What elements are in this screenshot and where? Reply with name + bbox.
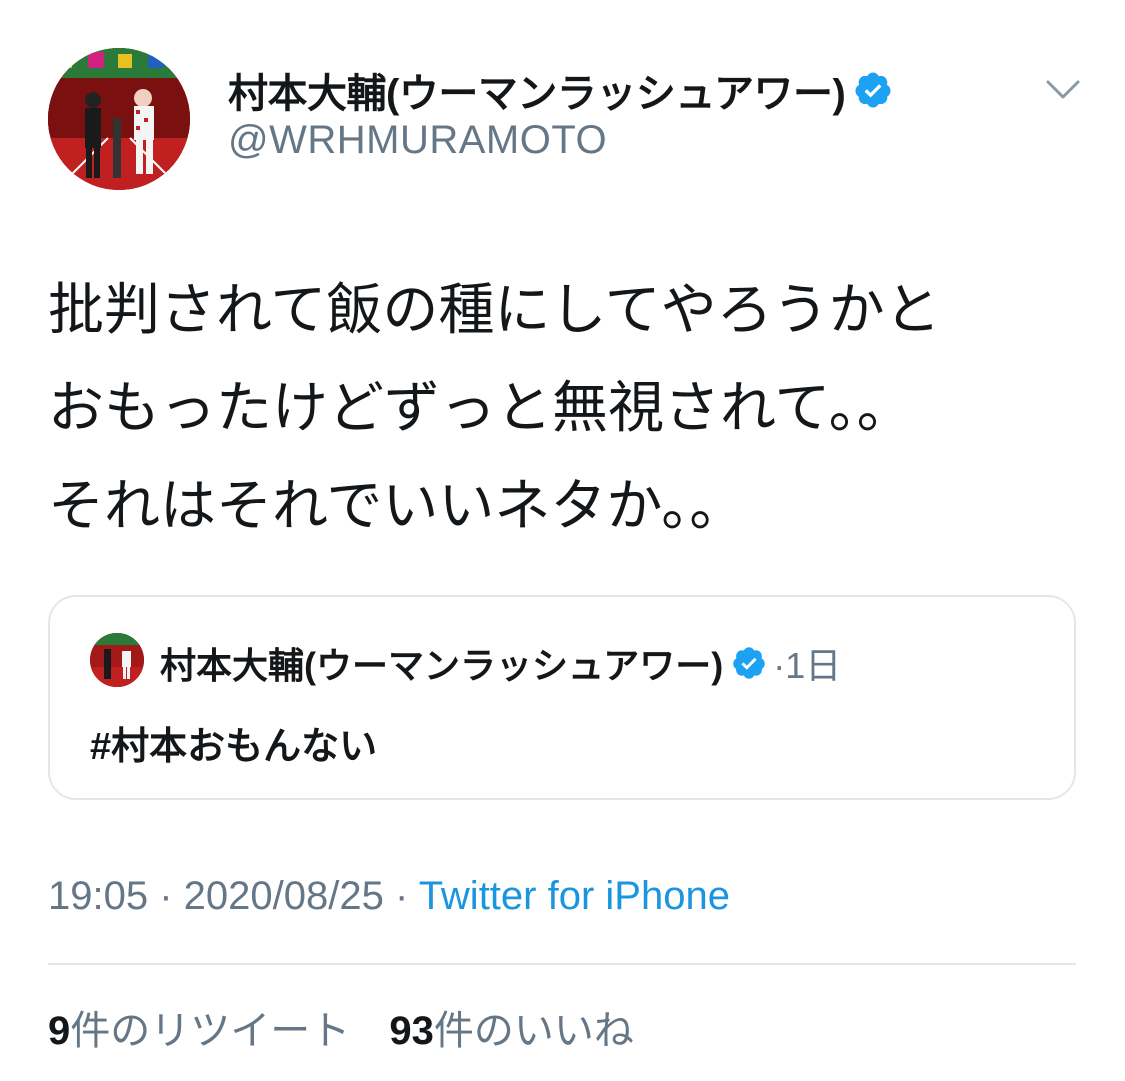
likes-count: 93 <box>389 1009 434 1053</box>
retweets-label: 件のリツイート <box>70 1009 351 1053</box>
likes-label: 件のいいね <box>433 1009 634 1053</box>
retweets-stat[interactable]: 9件のリツイート <box>48 1009 350 1053</box>
tweet-stats-row: 9件のリツイート 93件のいいね <box>48 998 662 1056</box>
quoted-tweet-time: ·1日 <box>773 645 842 686</box>
tweet-text: 批判されて飯の種にしてやろうかと おもったけどずっと無視されて。。 それはそれで… <box>48 278 941 539</box>
quoted-tweet-text[interactable]: #村本おもんない <box>90 715 377 770</box>
chevron-down-icon[interactable] <box>1044 74 1082 104</box>
tweet-source-link[interactable]: Twitter for iPhone <box>419 874 730 918</box>
avatar-image <box>48 48 190 190</box>
tweet-date: 2020/08/25 <box>183 874 384 918</box>
quoted-tweet-header: 村本大輔(ウーマンラッシュアワー) ·1日 <box>160 637 841 689</box>
profile-avatar[interactable] <box>48 48 190 190</box>
meta-separator: · <box>383 874 419 918</box>
quoted-tweet-card[interactable]: 村本大輔(ウーマンラッシュアワー) ·1日 #村本おもんない <box>48 595 1076 800</box>
quoted-author-avatar <box>90 633 144 687</box>
author-name-row[interactable]: 村本大輔(ウーマンラッシュアワー) <box>228 60 893 120</box>
author-handle[interactable]: @WRHMURAMOTO <box>228 118 607 163</box>
verified-badge-icon <box>855 72 891 108</box>
tweet-meta-row: 19:05 · 2020/08/25 · Twitter for iPhone <box>48 874 730 919</box>
likes-stat[interactable]: 93件のいいね <box>389 1009 634 1053</box>
verified-badge-icon <box>733 647 766 679</box>
quoted-avatar-image <box>90 633 144 687</box>
meta-separator: · <box>148 874 184 918</box>
divider <box>48 963 1076 965</box>
tweet-detail-view: 村本大輔(ウーマンラッシュアワー) @WRHMURAMOTO 批判されて飯の種に… <box>0 0 1125 1081</box>
tweet-time: 19:05 <box>48 874 149 918</box>
author-display-name[interactable]: 村本大輔(ウーマンラッシュアワー) <box>228 61 846 119</box>
retweets-count: 9 <box>48 1009 71 1053</box>
quoted-author-display-name: 村本大輔(ウーマンラッシュアワー) <box>160 645 724 686</box>
